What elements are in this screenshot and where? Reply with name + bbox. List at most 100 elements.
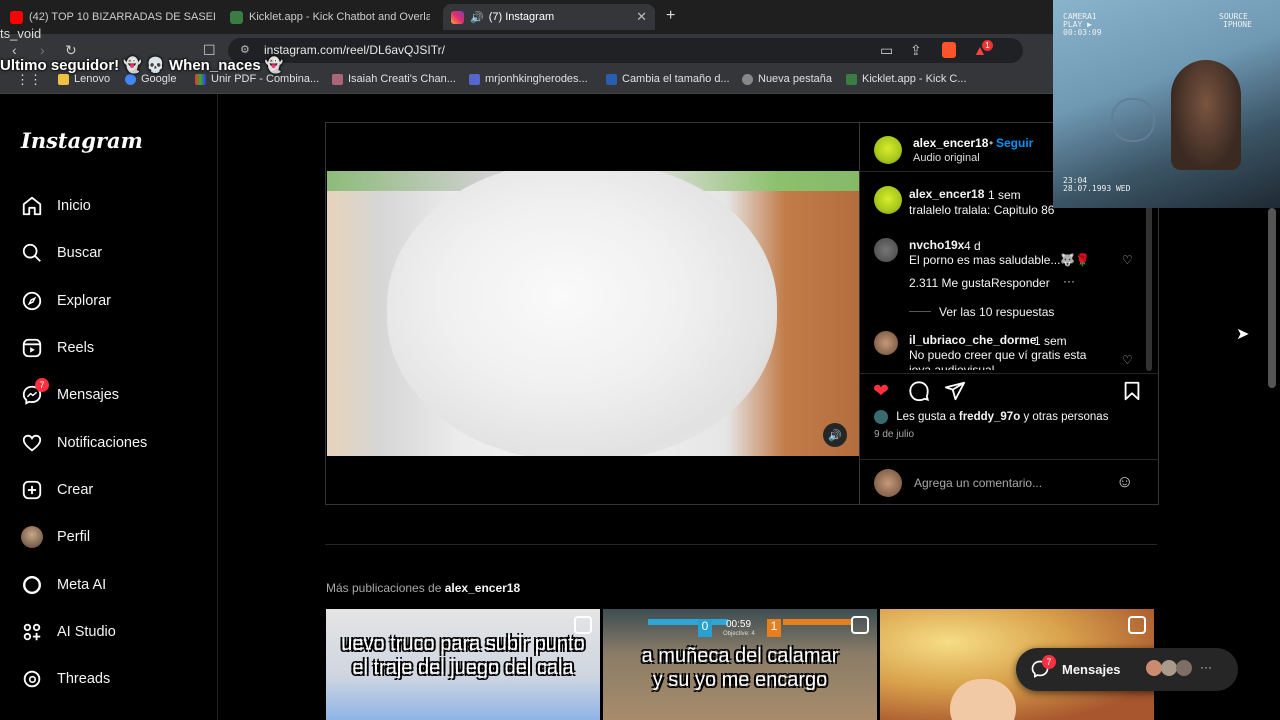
tab-instagram[interactable]: 🔊 (7) Instagram ✕	[443, 4, 655, 30]
more-post-thumb[interactable]: uevo truco para subir punto el traje del…	[326, 609, 600, 720]
bookmark-item[interactable]: mrjonhkingherodes...	[469, 73, 588, 85]
more-posts-user[interactable]: alex_encer18	[445, 581, 520, 595]
search-icon	[21, 242, 43, 264]
reel-indicator-icon	[1128, 616, 1146, 634]
comment-time: 1 sem	[1034, 334, 1067, 348]
nav-explorar[interactable]: Explorar	[21, 286, 111, 316]
likes-prefix: Les gusta a	[896, 411, 956, 424]
caption-username[interactable]: alex_encer18	[909, 187, 984, 201]
commenter-avatar[interactable]	[874, 238, 898, 262]
commenter-avatar[interactable]	[874, 331, 898, 355]
apps-grid-icon[interactable]: ⋮⋮	[16, 72, 42, 88]
comment-input[interactable]: Agrega un comentario...	[914, 476, 1042, 490]
comment-icon[interactable]	[908, 380, 930, 402]
save-bookmark-icon[interactable]	[1121, 380, 1143, 402]
likes-suffix: y otras personas	[1023, 411, 1109, 424]
thumb-caption: uevo truco para subir punto	[341, 633, 585, 655]
messages-pill[interactable]: 7 Mensajes ···	[1016, 648, 1238, 691]
tab-title: (7) Instagram	[488, 11, 555, 23]
bookmark-label: Kicklet.app - Kick C...	[862, 73, 967, 85]
bookmark-item[interactable]: Unir PDF - Combina...	[195, 73, 319, 85]
caption-avatar[interactable]	[874, 186, 902, 214]
emoji-icon[interactable]: ☺	[1116, 472, 1133, 492]
nav-crear[interactable]: Crear	[21, 475, 93, 505]
comment-username[interactable]: nvcho19x	[909, 238, 964, 252]
bookmark-item[interactable]: Nueva pestaña	[742, 73, 832, 85]
speaker-icon: 🔊	[470, 11, 484, 24]
cam-device: IPHONE	[1223, 20, 1252, 29]
reply-button[interactable]: Responder	[991, 276, 1050, 290]
nav-mensajes[interactable]: 7 Mensajes	[21, 378, 119, 410]
volume-icon[interactable]: 🔊	[823, 423, 847, 447]
post-date: 9 de julio	[874, 429, 915, 440]
stream-overlay-follower: Ultimo seguidor! 👻 💀 When_naces 👻	[0, 57, 284, 74]
comment-likes[interactable]: 2.311 Me gusta	[909, 276, 991, 290]
comment-like-icon[interactable]: ♡	[1122, 353, 1133, 367]
tab-kicklet[interactable]: Kicklet.app - Kick Chatbot and Overla	[230, 4, 430, 30]
bookmark-item[interactable]: Lenovo	[58, 73, 110, 85]
nav-buscar[interactable]: Buscar	[21, 238, 102, 268]
tab-title: (42) TOP 10 BIZARRADAS DE SASEL -	[29, 11, 215, 23]
bookmark-item[interactable]: Cambia el tamaño d...	[606, 73, 730, 85]
more-options-icon[interactable]: ···	[1063, 274, 1075, 288]
nav-meta-ai[interactable]: Meta AI	[21, 570, 106, 600]
likes-user[interactable]: freddy_97o	[959, 411, 1020, 423]
bookmark-item[interactable]: Isaiah Creati's Chan...	[332, 73, 456, 85]
nav-label: Meta AI	[57, 577, 107, 593]
nav-label: Notificaciones	[57, 435, 148, 451]
like-heart-icon[interactable]: ❤	[873, 380, 889, 403]
site-settings-icon[interactable]: ⚙	[240, 43, 250, 56]
cast-icon[interactable]: ▭	[880, 42, 893, 59]
more-posts-heading: Más publicaciones de alex_encer18	[326, 581, 520, 595]
audio-label[interactable]: Audio original	[913, 152, 980, 164]
reel-video[interactable]: 🔊	[327, 171, 859, 456]
nav-inicio[interactable]: Inicio	[21, 191, 91, 221]
page-scrollbar[interactable]	[1268, 208, 1276, 388]
messages-label: Mensajes	[1062, 662, 1121, 677]
reel-indicator-icon	[851, 616, 869, 634]
cam-timecode: 00:03:09	[1063, 28, 1102, 37]
view-replies-button[interactable]: Ver las 10 respuestas	[939, 305, 1054, 319]
share-icon[interactable]: ⇪	[910, 42, 922, 59]
notification-badge: 1	[982, 40, 993, 51]
avatar-icon	[21, 526, 43, 548]
bookmark-label: mrjonhkingherodes...	[485, 73, 588, 85]
game-count: 1	[767, 619, 781, 637]
folder-icon	[58, 73, 69, 85]
brave-shield-icon[interactable]	[942, 42, 956, 58]
author-avatar[interactable]	[874, 136, 902, 164]
reel-indicator-icon	[574, 616, 592, 634]
nav-reels[interactable]: Reels	[21, 333, 94, 363]
more-post-thumb[interactable]: 0 00:59 Objective: 4 1 a muñeca del cala…	[603, 609, 877, 720]
bookmark-item[interactable]: Kicklet.app - Kick C...	[846, 73, 967, 85]
game-score: 0	[698, 619, 712, 637]
likes-summary[interactable]: Les gusta a freddy_97o y otras personas	[874, 410, 1108, 424]
divider	[325, 544, 1157, 545]
youtube-icon	[10, 10, 23, 24]
streamer-silhouette	[1171, 60, 1241, 170]
comment-like-icon[interactable]: ♡	[1122, 253, 1133, 267]
nav-ai-studio[interactable]: AI Studio	[21, 617, 116, 647]
nav-notificaciones[interactable]: Notificaciones	[21, 428, 147, 458]
thumb-caption: el traje del juego del cala	[352, 657, 574, 679]
messenger-icon: 7	[21, 378, 49, 406]
comment-username[interactable]: il_ubriaco_che_dorme	[909, 333, 1036, 347]
author-username[interactable]: alex_encer18	[913, 136, 988, 150]
share-paper-plane-icon[interactable]	[944, 380, 966, 402]
own-avatar	[874, 469, 902, 497]
liker-avatar	[874, 410, 888, 424]
new-tab-button[interactable]: +	[666, 7, 675, 25]
nav-label: Buscar	[57, 245, 103, 261]
comments-scrollbar[interactable]	[1146, 193, 1152, 371]
bookmark-item[interactable]: Google	[125, 73, 176, 85]
nav-label: Crear	[57, 482, 94, 498]
close-tab-icon[interactable]: ✕	[636, 9, 647, 25]
more-posts-prefix: Más publicaciones de	[326, 581, 442, 595]
bookmark-label: Nueva pestaña	[758, 73, 832, 85]
instagram-logo[interactable]: Instagram	[21, 128, 143, 153]
conversation-avatar	[1176, 660, 1192, 676]
url-bar[interactable]: ⚙ instagram.com/reel/DL6avQJSITr/	[228, 38, 1023, 63]
nav-perfil[interactable]: Perfil	[21, 522, 90, 552]
nav-threads[interactable]: Threads	[21, 664, 110, 694]
follow-button[interactable]: Seguir	[996, 136, 1033, 150]
